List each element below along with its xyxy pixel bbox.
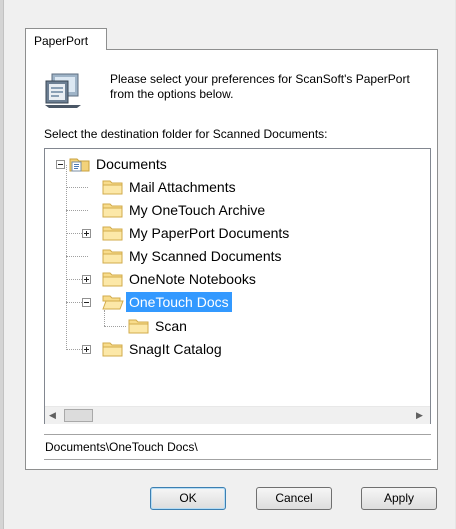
collapse-icon[interactable]	[56, 160, 65, 169]
tree-connector	[66, 256, 88, 257]
open-folder-icon	[102, 295, 124, 310]
tree-item-label: OneTouch Docs	[126, 292, 232, 312]
folder-tree[interactable]: Documents Mail Attachments My OneTouch A…	[44, 148, 431, 424]
tree-connector	[66, 187, 88, 188]
destination-path-field[interactable]: Documents\OneTouch Docs\	[44, 434, 431, 460]
folder-icon	[102, 249, 123, 264]
tree-item-my-onetouch-archive[interactable]: My OneTouch Archive	[102, 199, 268, 221]
paperport-app-icon	[45, 73, 81, 108]
tree-item-label: Scan	[155, 318, 187, 334]
cancel-button[interactable]: Cancel	[256, 487, 332, 510]
paperport-properties-dialog: PaperPort Please select your preferences…	[0, 0, 455, 529]
window-edge	[0, 0, 4, 529]
scroll-left-arrow-icon[interactable]: ◀	[49, 411, 57, 420]
tree-connector	[66, 210, 88, 211]
tree-item-documents[interactable]: Documents	[69, 153, 170, 175]
tree-item-label: My Scanned Documents	[129, 248, 282, 264]
tab-label: PaperPort	[34, 34, 89, 48]
tree-connector	[104, 326, 126, 327]
expand-icon[interactable]	[82, 345, 91, 354]
documents-library-icon	[69, 158, 90, 172]
folder-icon	[102, 180, 123, 195]
tree-item-label: Documents	[96, 156, 167, 172]
tree-item-label: My OneTouch Archive	[129, 202, 266, 218]
intro-text: Please select your preferences for ScanS…	[110, 72, 410, 101]
collapse-icon[interactable]	[82, 298, 91, 307]
expand-icon[interactable]	[82, 275, 91, 284]
expand-icon[interactable]	[82, 229, 91, 238]
apply-button[interactable]: Apply	[361, 487, 437, 510]
tree-item-onenote-notebooks[interactable]: OneNote Notebooks	[102, 268, 259, 290]
tree-item-snagit-catalog[interactable]: SnagIt Catalog	[102, 338, 225, 360]
destination-label: Select the destination folder for Scanne…	[44, 127, 328, 141]
tree-item-label: OneNote Notebooks	[129, 271, 256, 287]
folder-icon	[128, 319, 149, 334]
scroll-right-arrow-icon[interactable]: ▶	[416, 411, 424, 420]
horizontal-scrollbar[interactable]: ◀ ▶	[45, 406, 430, 424]
tree-item-label: Mail Attachments	[129, 179, 236, 195]
tree-item-onetouch-docs[interactable]: OneTouch Docs	[102, 291, 232, 313]
tab-paperport[interactable]: PaperPort	[25, 28, 107, 50]
tree-item-scan[interactable]: Scan	[128, 315, 190, 337]
ok-button[interactable]: OK	[150, 487, 226, 510]
folder-icon	[102, 272, 123, 287]
tree-item-label: SnagIt Catalog	[129, 341, 222, 357]
scrollbar-thumb[interactable]	[64, 409, 93, 422]
folder-icon	[102, 203, 123, 218]
tree-item-my-paperport-documents[interactable]: My PaperPort Documents	[102, 222, 292, 244]
tree-item-label: My PaperPort Documents	[129, 225, 290, 241]
folder-icon	[102, 226, 123, 241]
tree-item-mail-attachments[interactable]: Mail Attachments	[102, 176, 239, 198]
folder-icon	[102, 342, 123, 357]
tree-item-my-scanned-documents[interactable]: My Scanned Documents	[102, 245, 285, 267]
